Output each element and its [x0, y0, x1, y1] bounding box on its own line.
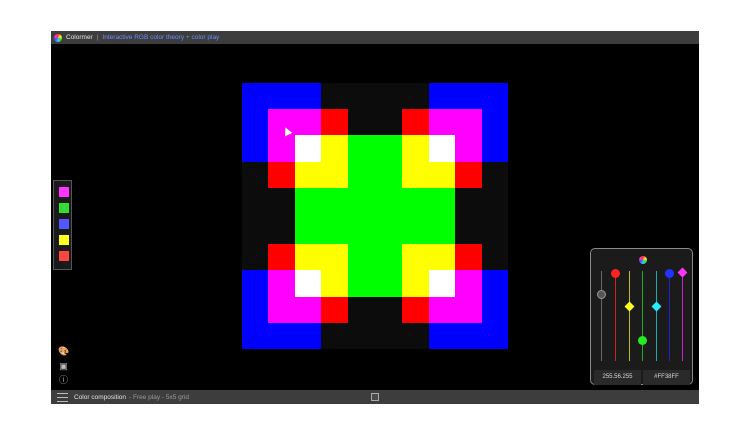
grid-cell-magenta[interactable]: [268, 270, 295, 297]
slider-track-magenta[interactable]: [682, 271, 683, 361]
slider-knob-red[interactable]: [611, 269, 620, 278]
slider-knob-green[interactable]: [638, 336, 647, 345]
slider-knob-blue[interactable]: [665, 269, 674, 278]
palette-swatch-green[interactable]: [59, 203, 69, 213]
app-window: Colormer | Interactive RGB color theory …: [51, 31, 699, 404]
grid-cell-magenta[interactable]: [429, 297, 482, 323]
grid-cell-red[interactable]: [268, 244, 295, 270]
grid-cell-yellow[interactable]: [402, 270, 429, 297]
grid-cell-blue[interactable]: [482, 109, 508, 162]
grid-cell-red[interactable]: [455, 162, 482, 188]
grid-cell-red[interactable]: [402, 109, 429, 135]
status-bar: Color composition - Free play - 5x5 grid: [51, 390, 699, 404]
grid-cell-magenta[interactable]: [268, 135, 295, 162]
palette-swatch-blue[interactable]: [59, 219, 69, 229]
color-wheel-icon: [639, 256, 647, 264]
grid-cell-yellow[interactable]: [321, 270, 348, 297]
grid-cell-red[interactable]: [402, 297, 429, 323]
grid-cell-magenta[interactable]: [429, 109, 482, 135]
grid-cell-blue[interactable]: [429, 323, 508, 349]
grid-cell-blue[interactable]: [429, 83, 508, 109]
grid-cell-white[interactable]: [429, 270, 455, 297]
grid-cell-magenta[interactable]: [268, 109, 321, 135]
grid-cell-red[interactable]: [321, 109, 348, 135]
rgb-value-readout: 255.56.255: [594, 370, 641, 385]
grid-cell-blue[interactable]: [242, 323, 321, 349]
grid-cell-white[interactable]: [429, 135, 455, 162]
grid-cell-yellow[interactable]: [402, 135, 429, 162]
palette-icon[interactable]: 🎨: [58, 346, 69, 357]
slider-knob-yellow[interactable]: [624, 301, 635, 312]
grid-cell-blue[interactable]: [242, 83, 321, 109]
slider-knob-magenta[interactable]: [677, 267, 688, 278]
title-bar: Colormer | Interactive RGB color theory …: [51, 31, 699, 44]
grid-cell-red[interactable]: [321, 297, 348, 323]
grid-cell-magenta[interactable]: [455, 270, 482, 297]
app-subtitle: Interactive RGB color theory + color pla…: [102, 34, 220, 41]
slider-track-green[interactable]: [642, 271, 643, 361]
slider-knob-cyan[interactable]: [651, 301, 662, 312]
hex-value-readout: #FF38FF: [643, 370, 690, 385]
grid-cell-yellow[interactable]: [295, 244, 348, 270]
grid-cell-blue[interactable]: [242, 109, 268, 162]
grid-cell-red[interactable]: [268, 162, 295, 188]
grid-cell-magenta[interactable]: [455, 135, 482, 162]
grid-cell-blue[interactable]: [482, 270, 508, 323]
app-name: Colormer: [66, 34, 93, 41]
image-icon[interactable]: ▣: [58, 361, 69, 372]
color-mixer-panel: 255.56.255 #FF38FF: [590, 248, 693, 385]
grid-icon[interactable]: [371, 393, 379, 401]
slider-track-red[interactable]: [615, 271, 616, 361]
palette-swatch-red[interactable]: [59, 251, 69, 261]
title-separator: |: [96, 34, 99, 41]
info-icon[interactable]: ⓘ: [58, 375, 69, 386]
grid-cell-yellow[interactable]: [295, 162, 348, 188]
grid-cell-red[interactable]: [455, 244, 482, 270]
slider-track-blue[interactable]: [669, 271, 670, 361]
color-palette: [53, 180, 72, 270]
grid-cell-yellow[interactable]: [402, 244, 455, 270]
palette-swatch-magenta[interactable]: [59, 187, 69, 197]
grid-cell-white[interactable]: [295, 270, 321, 297]
status-title: Color composition: [74, 393, 127, 401]
slider-track-cyan[interactable]: [656, 271, 657, 361]
grid-cell-green[interactable]: [295, 188, 455, 244]
grid-cell-yellow[interactable]: [402, 162, 455, 188]
status-subtitle: - Free play - 5x5 grid: [129, 393, 189, 401]
color-grid[interactable]: [242, 83, 508, 349]
color-wheel-icon: [54, 33, 62, 42]
slider-track-yellow[interactable]: [629, 271, 630, 361]
grid-cell-magenta[interactable]: [268, 297, 321, 323]
canvas-area[interactable]: 🎨 ▣ ⓘ 255.56.255 #FF38FF: [51, 44, 699, 390]
slider-knob-gray[interactable]: [597, 290, 606, 299]
slider-track-gray[interactable]: [601, 271, 602, 361]
hamburger-menu-icon[interactable]: [57, 392, 68, 402]
grid-cell-white[interactable]: [295, 135, 321, 162]
palette-swatch-yellow[interactable]: [59, 235, 69, 245]
grid-cell-yellow[interactable]: [321, 135, 348, 162]
grid-cell-blue[interactable]: [242, 270, 268, 323]
